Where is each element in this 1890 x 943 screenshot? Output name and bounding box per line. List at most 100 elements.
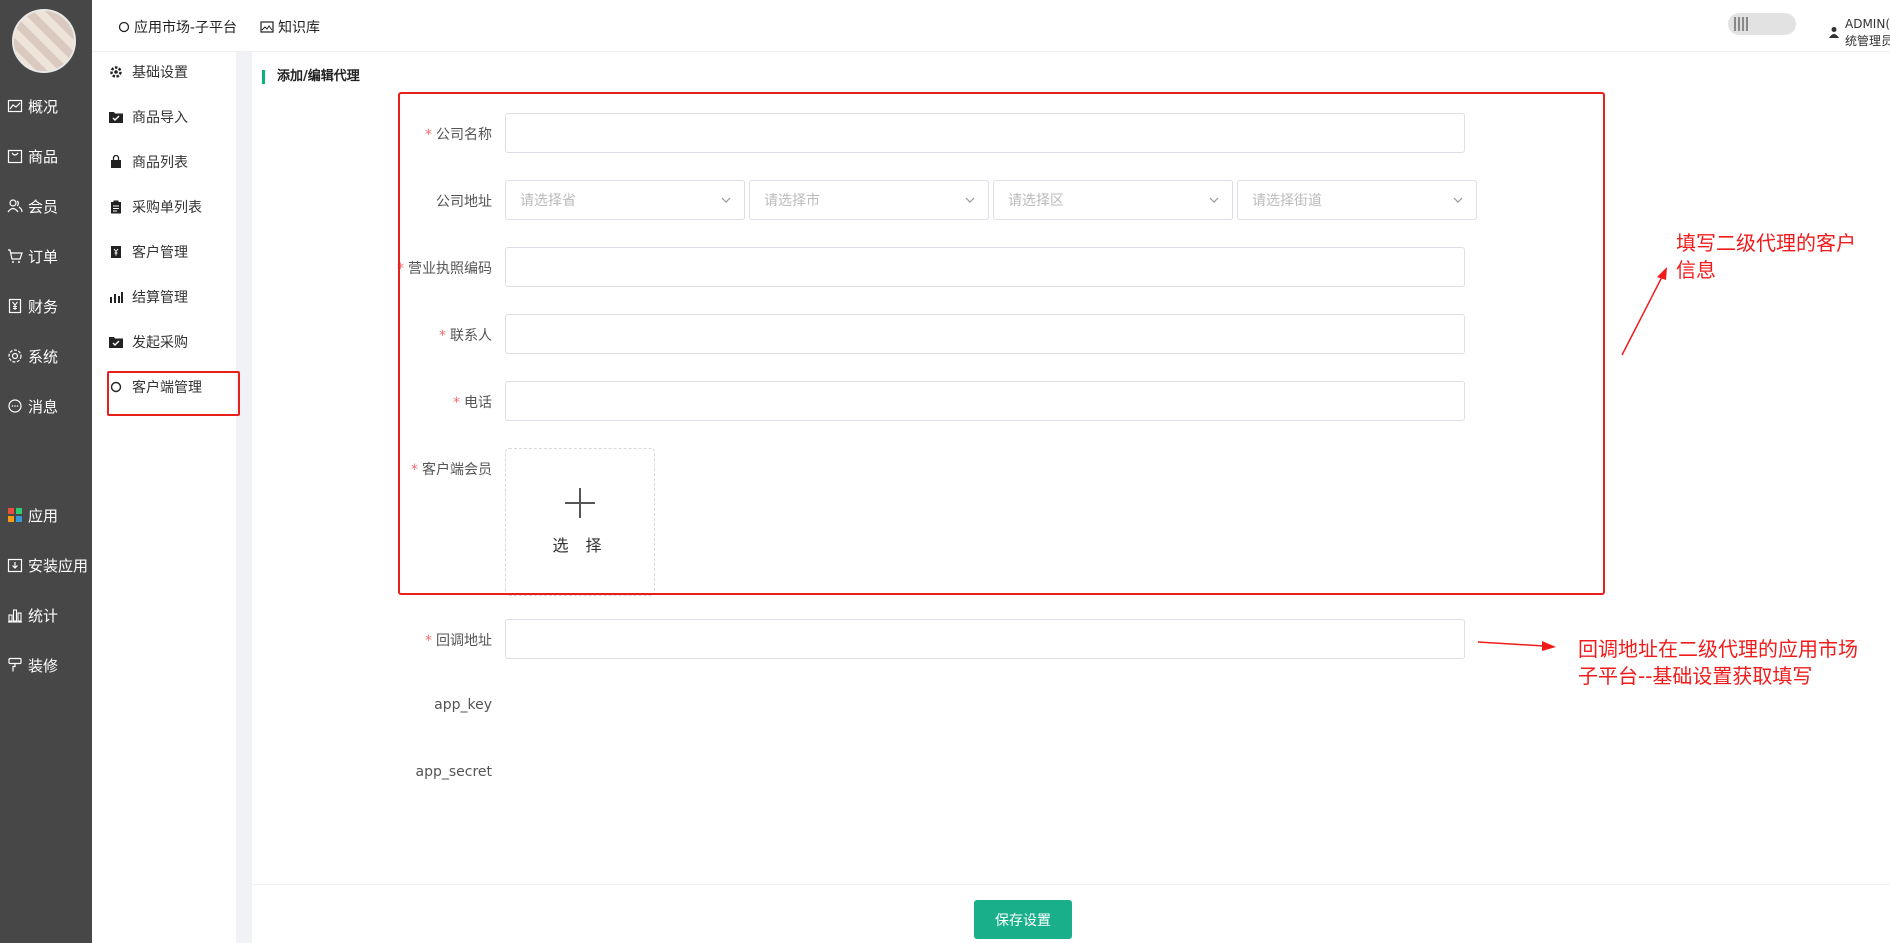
book-icon: [108, 244, 124, 260]
contact-label: * 联系人: [439, 328, 492, 344]
subnav-item-label: 发起采购: [132, 335, 188, 351]
rail-item-label: 概况: [28, 97, 59, 116]
apps-grid-icon: [7, 507, 23, 523]
subnav-item-label: 客户管理: [132, 245, 188, 261]
page-title: 添加/编辑代理: [262, 70, 360, 84]
phone-label: * 电话: [453, 395, 492, 411]
chevron-down-icon: [720, 194, 732, 210]
company-address-label: 公司地址: [436, 194, 492, 210]
rail-item-label: 商品: [28, 147, 59, 166]
rail-item-goods[interactable]: 商品: [0, 144, 92, 168]
folder-check-icon: [108, 109, 124, 125]
app-key-label: app_key: [434, 697, 492, 713]
license-code-label: * 营业执照编码: [397, 261, 492, 277]
client-member-upload[interactable]: 选 择: [505, 448, 655, 596]
rail-item-decoration[interactable]: 装修: [0, 653, 92, 677]
subnav-item-purchase-orders[interactable]: 采购单列表: [108, 195, 232, 219]
chevron-down-icon: [1208, 194, 1220, 210]
callback-url-input[interactable]: [505, 619, 1465, 659]
subnav-item-label: 结算管理: [132, 290, 188, 306]
bag-icon: [7, 148, 23, 164]
rail-item-statistics[interactable]: 统计: [0, 603, 92, 627]
rail-item-orders[interactable]: 订单: [0, 244, 92, 268]
province-select[interactable]: 请选择省: [505, 180, 745, 220]
district-select[interactable]: 请选择区: [993, 180, 1233, 220]
image-icon: [260, 21, 274, 33]
phone-input[interactable]: [505, 381, 1465, 421]
subnav-item-goods-list[interactable]: 商品列表: [108, 150, 232, 174]
user-name: ADMIN(系统管理员): [1845, 17, 1890, 48]
app-secret-label: app_secret: [415, 764, 492, 780]
subnav-item-label: 采购单列表: [132, 200, 202, 216]
subnav-item-label: 商品导入: [132, 110, 188, 126]
rail-item-apps[interactable]: 应用: [0, 503, 92, 527]
message-icon: [7, 398, 23, 414]
clipboard-icon: [108, 199, 124, 215]
subnav-item-goods-import[interactable]: 商品导入: [108, 105, 232, 129]
bag-icon: [108, 154, 124, 170]
client-member-label: * 客户端会员: [411, 462, 492, 478]
yen-icon: [7, 298, 23, 314]
top-header: 应用市场-子平台 知识库 ADMIN(系统管理员): [92, 0, 1890, 52]
subnav-item-start-purchase[interactable]: 发起采购: [108, 330, 232, 354]
rail-item-label: 会员: [28, 197, 59, 216]
license-code-input[interactable]: [505, 247, 1465, 287]
header-link-knowledge-base[interactable]: 知识库: [260, 17, 320, 37]
rail-item-label: 应用: [28, 506, 59, 525]
rail-item-install-apps[interactable]: 安装应用: [0, 553, 92, 577]
chevron-down-icon: [1452, 194, 1464, 210]
gear-icon: [108, 64, 124, 80]
plus-icon: [565, 488, 595, 518]
header-link-label: 知识库: [278, 20, 320, 36]
company-name-label: * 公司名称: [425, 127, 492, 143]
user-menu[interactable]: ADMIN(系统管理员): [1828, 15, 1890, 49]
subnav-item-settlement[interactable]: 结算管理: [108, 285, 232, 309]
main-sidebar: 概况 商品 会员 订单 财务 系统 消息 应用 安装应用 统计 装修: [0, 0, 92, 943]
company-name-input[interactable]: [505, 113, 1465, 153]
brush-icon: [7, 657, 23, 673]
notification-badge[interactable]: [1728, 13, 1796, 35]
bars-icon: [108, 289, 124, 305]
rail-item-label: 统计: [28, 606, 59, 625]
cart-icon: [7, 248, 23, 264]
callback-url-label: * 回调地址: [425, 633, 492, 649]
header-link-app-market[interactable]: 应用市场-子平台: [118, 17, 237, 37]
rail-item-label: 系统: [28, 347, 59, 366]
subnav-item-label: 基础设置: [132, 65, 188, 81]
rail-item-finance[interactable]: 财务: [0, 294, 92, 318]
avatar[interactable]: [12, 9, 76, 73]
rail-item-label: 装修: [28, 656, 59, 675]
annotation-fill-info: 填写二级代理的客户 信息: [1676, 231, 1856, 282]
header-link-label: 应用市场-子平台: [134, 20, 238, 36]
install-icon: [7, 557, 23, 573]
rail-item-label: 订单: [28, 247, 59, 266]
rail-item-overview[interactable]: 概况: [0, 94, 92, 118]
rail-item-messages[interactable]: 消息: [0, 394, 92, 418]
upload-label: 选 择: [552, 536, 608, 555]
rail-item-system[interactable]: 系统: [0, 344, 92, 368]
sub-sidebar: 基础设置 商品导入 商品列表 采购单列表 客户管理 结算管理 发起采购 客户端管…: [92, 52, 242, 943]
main-panel: 添加/编辑代理 * 公司名称 公司地址 请选择省 请选择市 请选择区 请选择街道 …: [252, 52, 1890, 943]
contact-input[interactable]: [505, 314, 1465, 354]
rail-item-label: 财务: [28, 297, 59, 316]
subnav-item-customers[interactable]: 客户管理: [108, 240, 232, 264]
city-select[interactable]: 请选择市: [749, 180, 989, 220]
annotation-callback-hint: 回调地址在二级代理的应用市场 子平台--基础设置获取填写: [1578, 637, 1858, 688]
bar-chart-icon: [7, 607, 23, 623]
street-select[interactable]: 请选择街道: [1237, 180, 1477, 220]
circle-icon: [118, 21, 130, 33]
active-item-highlight: [107, 371, 240, 416]
rail-item-label: 安装应用: [28, 556, 89, 575]
rail-item-members[interactable]: 会员: [0, 194, 92, 218]
chart-line-icon: [7, 98, 23, 114]
qr-icon: [1734, 17, 1748, 31]
gear-icon: [7, 348, 23, 364]
subnav-item-label: 商品列表: [132, 155, 188, 171]
user-icon: [1828, 26, 1840, 38]
subnav-item-basic-settings[interactable]: 基础设置: [108, 60, 232, 84]
folder-check-icon: [108, 334, 124, 350]
users-icon: [7, 198, 23, 214]
save-settings-button[interactable]: 保存设置: [974, 900, 1072, 939]
chevron-down-icon: [964, 194, 976, 210]
annotation-arrow-right: [1477, 641, 1556, 651]
